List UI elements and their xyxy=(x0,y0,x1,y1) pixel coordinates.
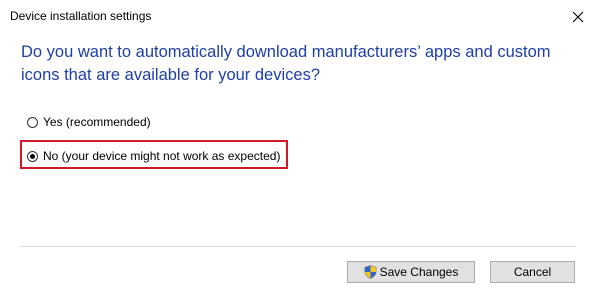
option-no[interactable]: No (your device might not work as expect… xyxy=(27,149,280,163)
radio-yes[interactable] xyxy=(27,116,38,128)
radio-no[interactable] xyxy=(27,150,38,162)
uac-shield-icon xyxy=(364,265,376,279)
window-title: Device installation settings xyxy=(10,9,152,23)
close-button[interactable] xyxy=(561,0,595,33)
save-changes-label: Save Changes xyxy=(379,265,459,279)
title-bar: Device installation settings xyxy=(0,0,595,33)
option-yes-label: Yes (recommended) xyxy=(43,115,151,129)
question-heading: Do you want to automatically download ma… xyxy=(21,43,551,84)
option-yes[interactable]: Yes (recommended) xyxy=(27,115,151,129)
divider xyxy=(20,246,575,247)
close-icon xyxy=(572,11,584,22)
option-no-label: No (your device might not work as expect… xyxy=(43,149,281,163)
cancel-label: Cancel xyxy=(513,265,552,279)
cancel-button[interactable]: Cancel xyxy=(490,261,575,283)
save-changes-button[interactable]: Save Changes xyxy=(347,261,475,283)
